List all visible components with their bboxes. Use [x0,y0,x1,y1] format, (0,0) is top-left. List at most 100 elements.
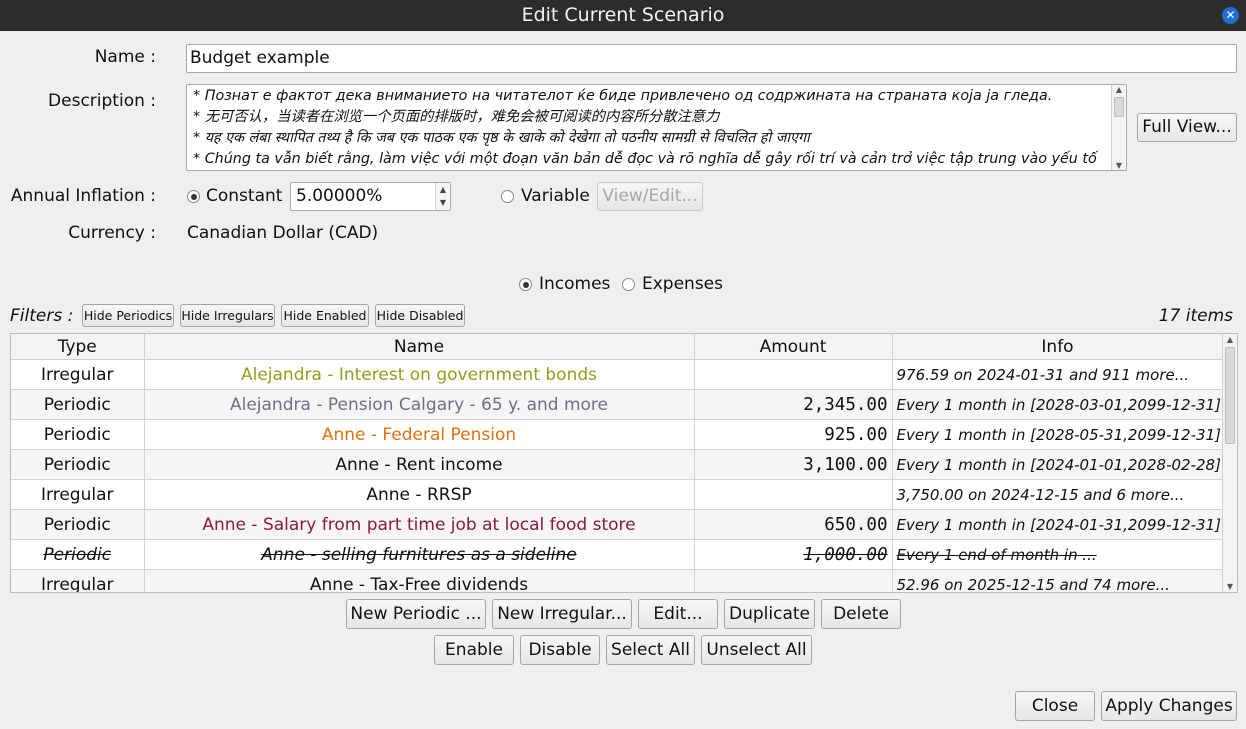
cell-info: Every 1 month in [2028-05-31,2099-12-31] [892,419,1224,450]
new-irregular-button[interactable]: New Irregular... [492,599,632,629]
cell-type: Periodic [11,419,145,450]
scroll-down-icon[interactable]: ▼ [1223,582,1237,591]
incomes-label: Incomes [539,274,611,294]
inflation-value: 5.00000% [296,186,383,206]
hide-periodics-button[interactable]: Hide Periodics [82,304,174,327]
cell-amount [694,359,893,390]
table-row[interactable]: Irregular Anne - Tax-Free dividends 52.96 … [11,569,1224,592]
edit-button[interactable]: Edit... [638,599,718,629]
table-row[interactable]: Periodic Anne - Federal Pension 925.00 Ever… [11,419,1224,450]
close-window-icon[interactable]: ✕ [1222,7,1239,24]
table-row[interactable]: Periodic Anne - Salary from part time job… [11,509,1224,540]
inflation-spinbox[interactable]: 5.00000% ▲ ▼ [290,182,451,211]
hide-irregulars-button[interactable]: Hide Irregulars [180,304,275,327]
cell-name: Alejandra - Pension Calgary - 65 y. and … [144,389,695,420]
scroll-thumb[interactable] [1114,97,1124,117]
name-label: Name : [94,47,156,67]
table-row[interactable]: Irregular Anne - RRSP 3,750.00 on 2024-12-… [11,479,1224,510]
cell-type: Periodic [11,449,145,480]
expenses-label: Expenses [642,274,723,294]
cell-info: 3,750.00 on 2024-12-15 and 6 more... [892,479,1224,510]
name-input[interactable]: Budget example [186,44,1237,73]
cell-info: 976.59 on 2024-01-31 and 911 more... [892,359,1224,390]
column-header-type[interactable]: Type [11,334,145,360]
window-title: Edit Current Scenario [521,4,725,26]
cell-name: Anne - Tax-Free dividends [144,569,695,592]
cell-info: Every 1 month in [2028-03-01,2099-12-31] [892,389,1224,420]
scroll-up-icon[interactable]: ▲ [1112,85,1126,94]
description-line: * Chúng ta vẫn biết rằng, làm việc với m… [193,151,1097,167]
scroll-down-icon[interactable]: ▼ [1112,161,1126,170]
scroll-up-icon[interactable]: ▲ [1223,335,1237,344]
cell-amount: 1,000.00 [694,539,893,570]
column-header-info[interactable]: Info [892,334,1224,360]
column-header-name[interactable]: Name [144,334,695,360]
window-titlebar: Edit Current Scenario ✕ [0,0,1246,31]
filters-label: Filters : [10,306,74,326]
items-count: 17 items [1158,306,1233,326]
items-table-container: Type Name Amount Info Irregular Alejandra… [10,333,1238,593]
description-line: * Познат е фактот дека вниманието на чит… [193,88,1053,104]
cell-type: Irregular [11,479,145,510]
select-all-button[interactable]: Select All [606,635,695,665]
table-row[interactable]: Periodic Alejandra - Pension Calgary - 65… [11,389,1224,420]
new-periodic-button[interactable]: New Periodic ... [346,599,486,629]
close-button[interactable]: Close [1015,691,1095,721]
hide-enabled-button[interactable]: Hide Enabled [281,304,369,327]
description-line: * 无可否认，当读者在浏览一个页面的排版时，难免会被可阅读的内容所分散注意力 [193,109,720,125]
items-table-body: Irregular Alejandra - Interest on governm… [11,359,1224,592]
description-line: * यह एक लंबा स्थापित तथ्य है कि जब एक पा… [193,130,810,146]
scroll-thumb[interactable] [1225,347,1235,444]
table-row[interactable]: Irregular Alejandra - Interest on governm… [11,359,1224,390]
cell-type: Periodic [11,389,145,420]
column-header-amount[interactable]: Amount [694,334,893,360]
cell-name: Anne - RRSP [144,479,695,510]
cell-name: Anne - Federal Pension [144,419,695,450]
cell-name: Anne - Salary from part time job at loca… [144,509,695,540]
incomes-radio[interactable] [519,278,532,291]
constant-radio[interactable] [187,190,200,203]
spin-down-icon[interactable]: ▼ [436,196,450,209]
apply-changes-button[interactable]: Apply Changes [1101,691,1237,721]
cell-amount [694,569,893,592]
cell-info: Every 1 month in [2024-01-31,2099-12-31] [892,509,1224,540]
cell-type: Irregular [11,569,145,592]
cell-name: Anne - Rent income [144,449,695,480]
variable-label: Variable [521,186,590,206]
cell-type: Periodic [11,509,145,540]
full-view-button[interactable]: Full View... [1137,113,1237,142]
constant-label: Constant [206,186,283,206]
cell-amount: 3,100.00 [694,449,893,480]
unselect-all-button[interactable]: Unselect All [701,635,812,665]
items-table: Type Name Amount Info Irregular Alejandra… [11,334,1224,592]
expenses-radio[interactable] [622,278,635,291]
cell-type: Periodic [11,539,145,570]
disable-button[interactable]: Disable [520,635,600,665]
cell-name: Alejandra - Interest on government bonds [144,359,695,390]
cell-amount [694,479,893,510]
cell-type: Irregular [11,359,145,390]
enable-button[interactable]: Enable [434,635,514,665]
table-row[interactable]: Periodic Anne - Rent income 3,100.00 Every … [11,449,1224,480]
cell-info: Every 1 end of month in ... [892,539,1224,570]
description-label: Description : [48,91,156,111]
table-scrollbar[interactable]: ▲ ▼ [1222,334,1237,592]
cell-amount: 925.00 [694,419,893,450]
duplicate-button[interactable]: Duplicate [724,599,815,629]
cell-amount: 650.00 [694,509,893,540]
delete-button[interactable]: Delete [821,599,901,629]
view-edit-button[interactable]: View/Edit... [597,182,703,211]
inflation-label: Annual Inflation : [10,186,156,206]
cell-name: Anne - selling furnitures as a sideline [144,539,695,570]
description-scrollbar[interactable]: ▲ ▼ [1111,85,1126,170]
currency-value: Canadian Dollar (CAD) [187,223,379,243]
description-textarea[interactable]: * Познат е фактот дека вниманието на чит… [186,84,1127,171]
currency-label: Currency : [68,223,156,243]
variable-radio[interactable] [501,190,514,203]
hide-disabled-button[interactable]: Hide Disabled [375,304,465,327]
cell-info: Every 1 month in [2024-01-01,2028-02-28] [892,449,1224,480]
spin-up-icon[interactable]: ▲ [436,183,450,196]
table-row[interactable]: Periodic Anne - selling furnitures as a s… [11,539,1224,570]
cell-amount: 2,345.00 [694,389,893,420]
cell-info: 52.96 on 2025-12-15 and 74 more... [892,569,1224,592]
